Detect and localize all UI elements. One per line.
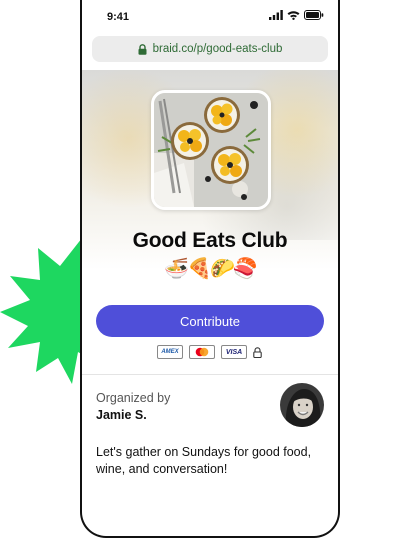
lock-icon — [138, 43, 147, 55]
club-title: Good Eats Club — [132, 229, 288, 252]
organizer-label: Organized by — [96, 391, 171, 405]
status-icons — [269, 10, 324, 20]
amex-card-icon: AMEX — [157, 345, 183, 359]
visa-card-icon: VISA — [221, 345, 247, 359]
battery-icon — [304, 10, 324, 20]
contribute-button[interactable]: Contribute — [96, 305, 324, 337]
organizer-name: Jamie S. — [96, 408, 147, 422]
status-time: 9:41 — [107, 11, 130, 23]
phone-frame: 9:41 braid.co/p/good-eats-club Good Eats… — [80, 0, 340, 538]
address-bar[interactable]: braid.co/p/good-eats-club — [92, 36, 328, 62]
payment-methods: AMEX VISA — [157, 345, 262, 359]
organizer-avatar[interactable] — [280, 383, 324, 427]
mastercard-card-icon — [189, 345, 215, 359]
secure-lock-icon — [253, 346, 262, 358]
status-bar: 9:41 — [82, 0, 338, 34]
club-emojis: 🍜🍕🌮🍣 — [164, 256, 258, 280]
club-description: Let's gather on Sundays for good food, w… — [96, 445, 312, 476]
wifi-icon — [287, 11, 300, 20]
club-cover-image — [151, 90, 271, 210]
url-text: braid.co/p/good-eats-club — [152, 43, 283, 55]
section-divider — [82, 374, 338, 375]
signal-icon — [269, 10, 283, 20]
